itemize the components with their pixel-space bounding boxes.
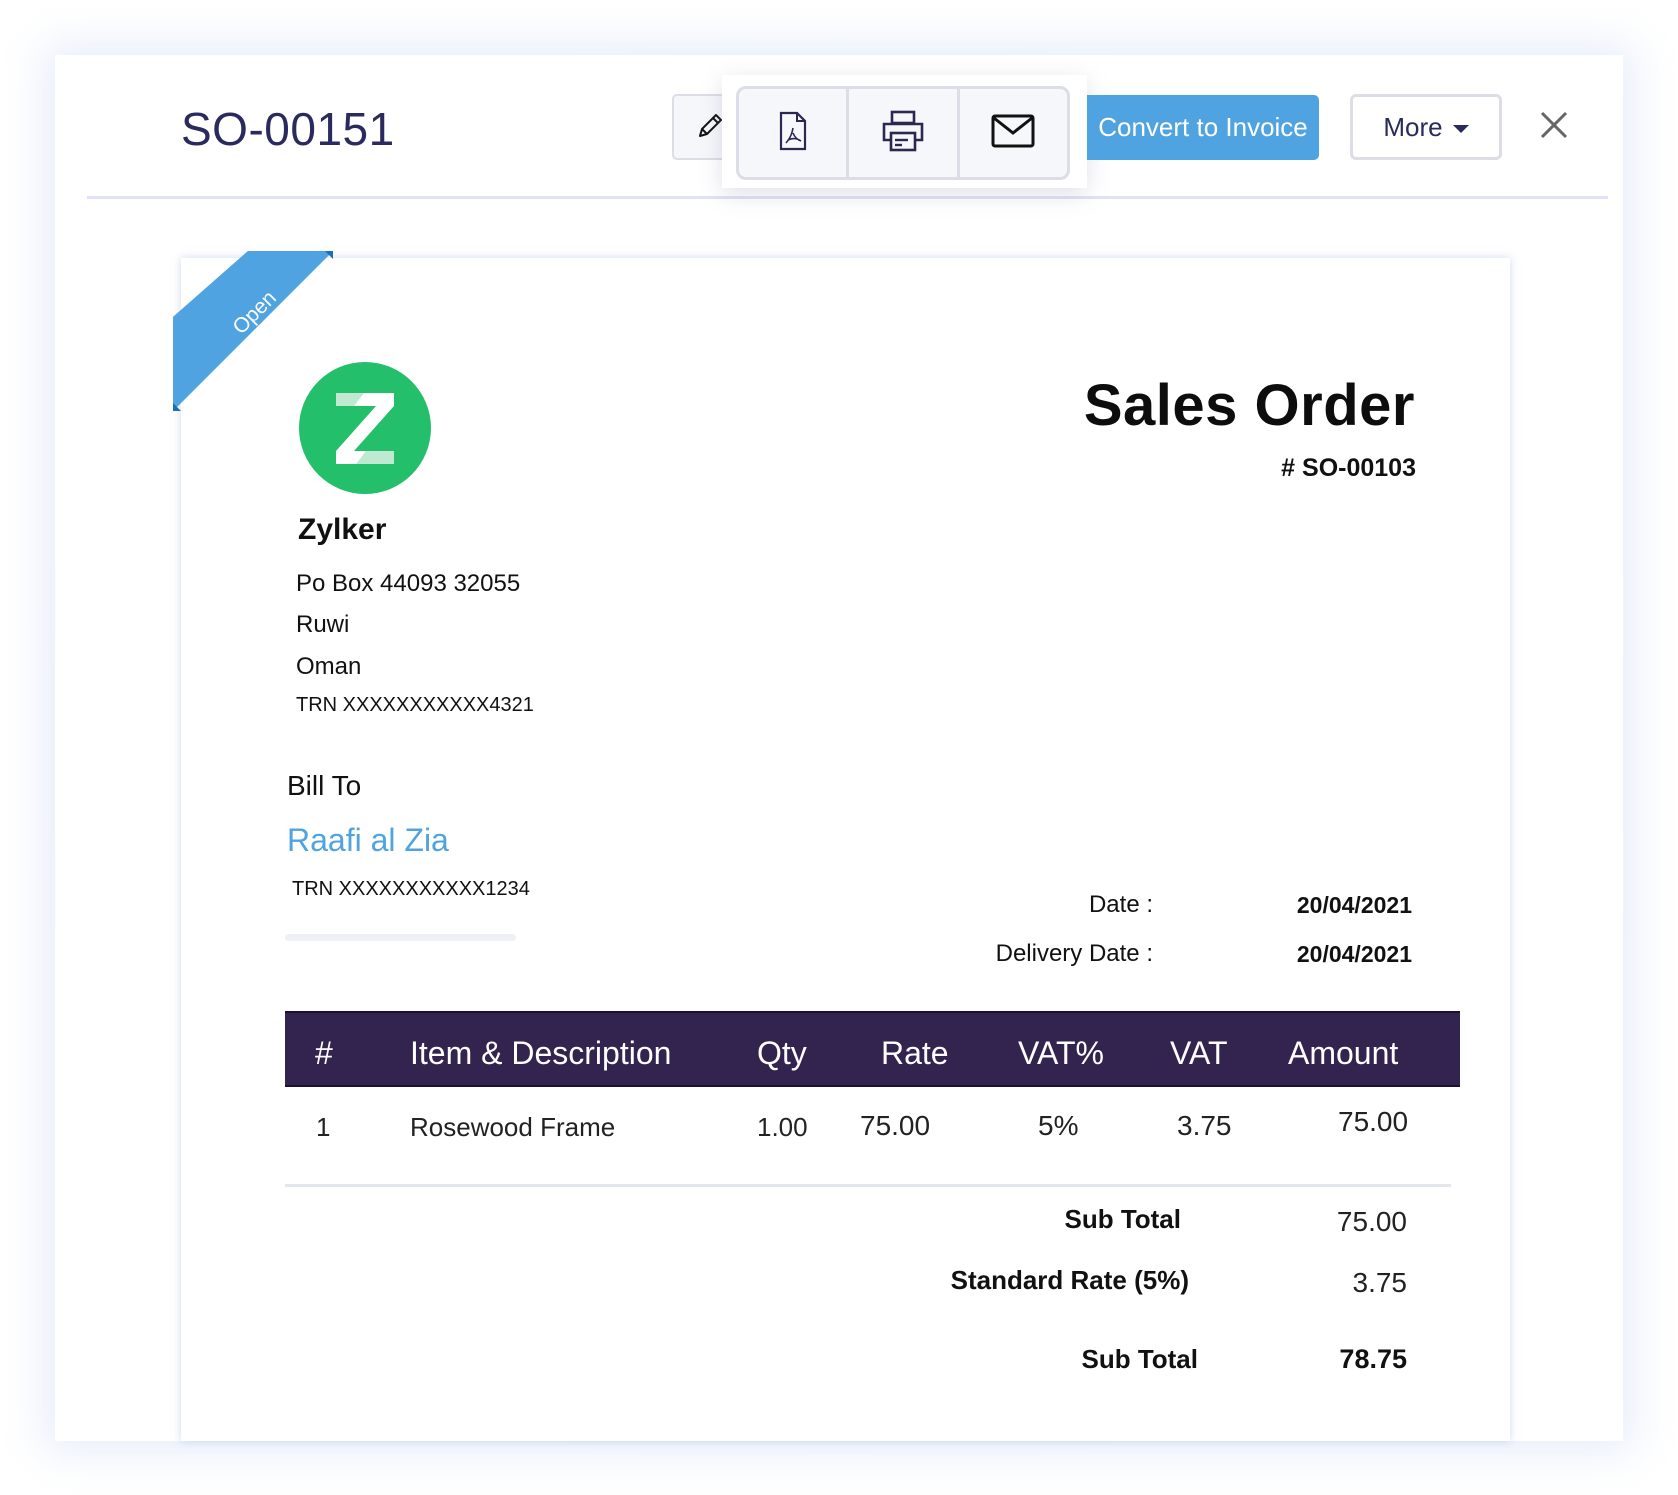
caret-down-icon xyxy=(1452,125,1469,133)
column-header-amount: Amount xyxy=(1288,1035,1399,1071)
more-dropdown-button[interactable]: More xyxy=(1350,94,1502,160)
customer-trn: TRN XXXXXXXXXXX1234 xyxy=(292,878,530,900)
bill-to-divider xyxy=(285,934,516,941)
items-table-header: # Item & Description Qty Rate VAT% VAT A… xyxy=(285,1011,1460,1087)
tax-value: 3.75 xyxy=(1352,1267,1408,1298)
total-value: 78.75 xyxy=(1339,1344,1407,1374)
subtotal-value: 75.00 xyxy=(1336,1206,1407,1237)
document-number: # SO-00103 xyxy=(1281,454,1416,482)
company-name: Zylker xyxy=(298,513,387,546)
customer-name-link[interactable]: Raafi al Zia xyxy=(287,822,449,859)
row-qty: 1.00 xyxy=(757,1112,808,1142)
date-label: Date : xyxy=(1088,891,1153,918)
column-header-rate: Rate xyxy=(881,1035,949,1071)
mail-icon xyxy=(991,114,1035,153)
column-header-vat-pct: VAT% xyxy=(1018,1035,1104,1071)
pdf-icon xyxy=(778,111,808,156)
row-item: Rosewood Frame xyxy=(410,1112,616,1142)
row-vat-pct: 5% xyxy=(1038,1110,1079,1141)
subtotal-label: Sub Total xyxy=(1064,1204,1181,1234)
column-header-qty: Qty xyxy=(757,1035,807,1071)
header-divider xyxy=(87,196,1608,199)
column-header-item: Item & Description xyxy=(410,1035,672,1071)
company-address-line: Po Box 44093 32055 xyxy=(296,570,521,597)
export-actions-popover xyxy=(722,75,1087,188)
bill-to-label: Bill To xyxy=(287,770,362,801)
export-button-group xyxy=(736,86,1070,180)
tax-label: Standard Rate (5%) xyxy=(950,1265,1189,1295)
total-label: Sub Total xyxy=(1081,1344,1198,1374)
document-title: Sales Order xyxy=(1083,373,1415,438)
row-vat: 3.75 xyxy=(1177,1110,1232,1141)
pdf-button[interactable] xyxy=(739,89,850,177)
company-trn: TRN XXXXXXXXXXX4321 xyxy=(296,694,534,716)
row-index: 1 xyxy=(316,1112,331,1142)
row-amount: 75.00 xyxy=(1338,1106,1409,1137)
convert-to-invoice-button[interactable]: Convert to Invoice xyxy=(1087,95,1319,160)
row-rate: 75.00 xyxy=(860,1110,931,1141)
company-address-line: Ruwi xyxy=(296,611,350,638)
close-button[interactable] xyxy=(1535,108,1573,146)
column-header-vat: VAT xyxy=(1170,1035,1228,1071)
more-label: More xyxy=(1383,111,1443,142)
table-divider xyxy=(285,1184,1451,1187)
print-button[interactable] xyxy=(849,89,960,177)
printer-icon xyxy=(881,110,925,157)
column-header-index: # xyxy=(315,1035,333,1071)
close-icon xyxy=(1540,111,1568,144)
email-button[interactable] xyxy=(960,89,1067,177)
date-value: 20/04/2021 xyxy=(1296,892,1412,918)
page-title: SO-00151 xyxy=(181,103,395,155)
company-logo xyxy=(298,361,432,495)
delivery-date-label: Delivery Date : xyxy=(995,940,1153,967)
delivery-date-value: 20/04/2021 xyxy=(1296,941,1412,967)
company-address-line: Oman xyxy=(296,653,362,680)
